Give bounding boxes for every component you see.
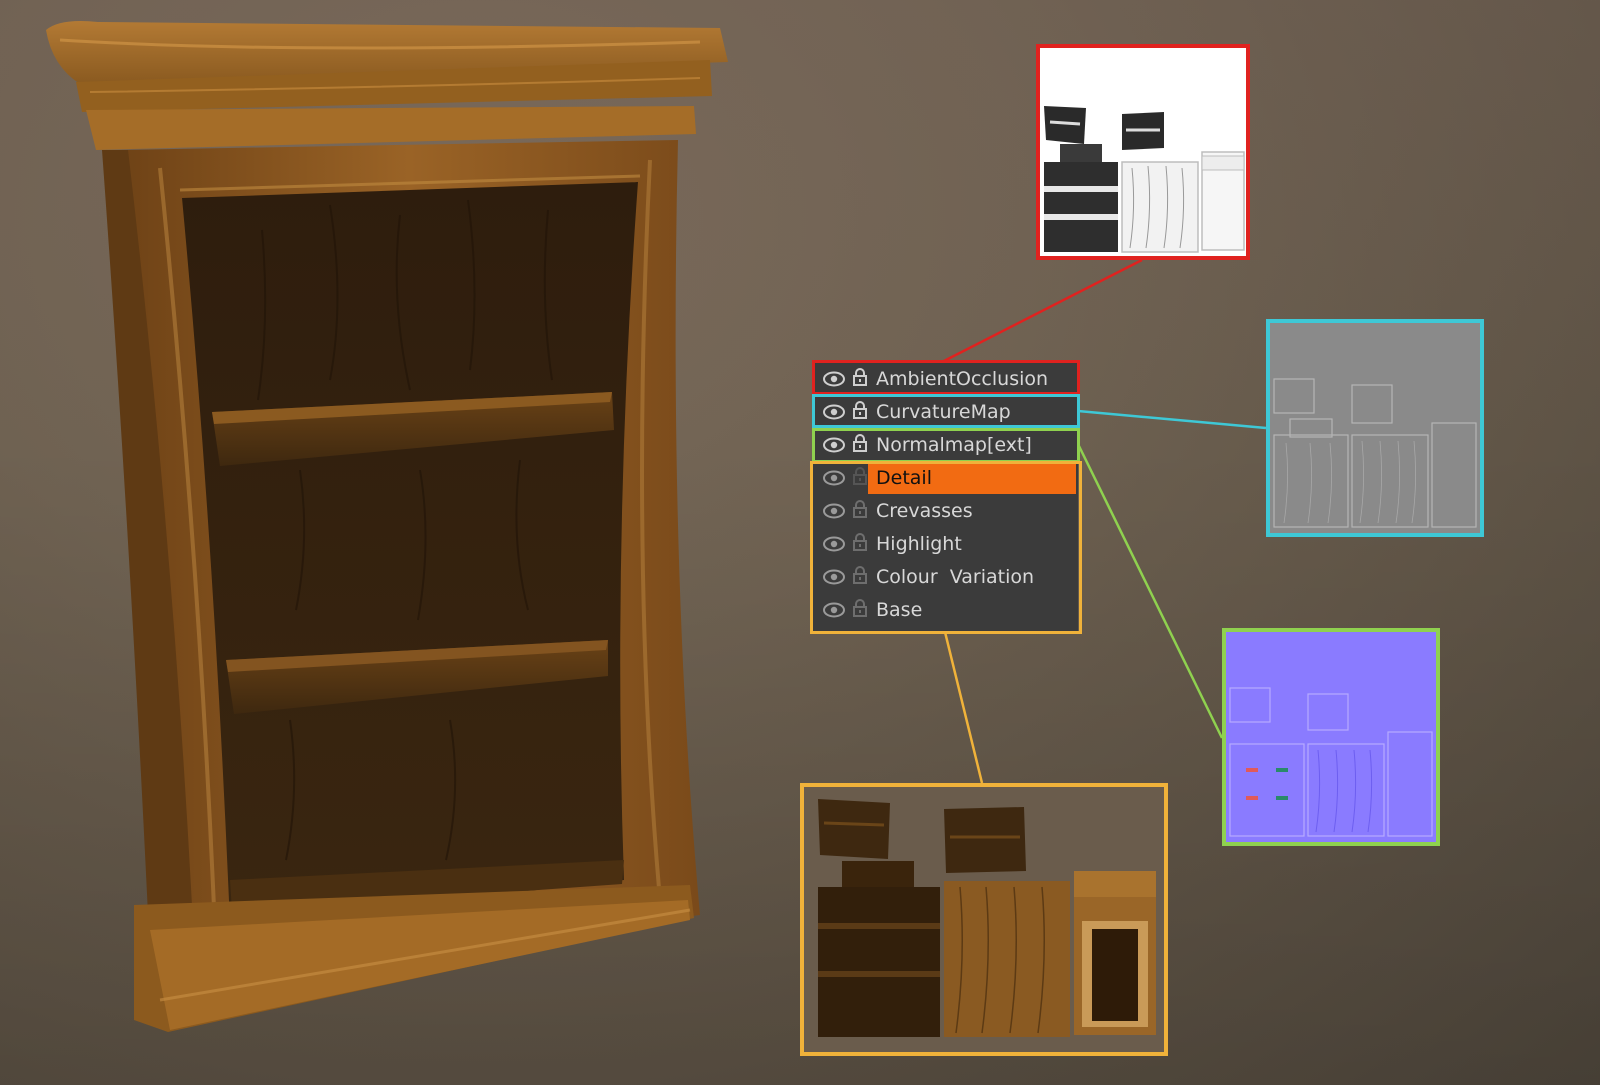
eye-icon[interactable] (822, 600, 846, 620)
layer-normal-map[interactable]: Normalmap[ext] (812, 428, 1078, 461)
connector-ao (941, 258, 1143, 364)
ambient-occlusion-texture (1040, 48, 1246, 256)
lock-icon[interactable] (852, 367, 868, 387)
layer-base[interactable]: Base (812, 593, 1078, 626)
layer-name: Highlight (876, 533, 962, 555)
lock-icon[interactable] (852, 433, 868, 453)
bookshelf-model (46, 21, 728, 1032)
lock-icon[interactable] (852, 400, 868, 420)
layer-name: Normalmap[ext] (876, 434, 1032, 456)
connector-group (943, 631, 984, 784)
layer-colour-variation[interactable]: Colour Variation (812, 560, 1078, 593)
normal-texture (1226, 632, 1436, 842)
shelf-cavity (182, 182, 638, 925)
normal-map[interactable] (1222, 628, 1440, 846)
layer-name: Base (876, 599, 923, 621)
lock-icon[interactable] (852, 499, 868, 519)
connector-curvature (1077, 409, 1267, 430)
curvature-map[interactable] (1266, 319, 1484, 537)
eye-icon[interactable] (822, 534, 846, 554)
diffuse-texture (804, 787, 1164, 1052)
layer-name: AmbientOcclusion (876, 368, 1049, 390)
layer-highlight[interactable]: Highlight (812, 527, 1078, 560)
lock-icon[interactable] (852, 466, 868, 486)
eye-icon[interactable] (822, 435, 846, 455)
layer-detail[interactable]: Detail (812, 461, 1078, 494)
eye-icon[interactable] (822, 567, 846, 587)
layer-name: Colour Variation (876, 566, 1035, 588)
eye-icon[interactable] (822, 402, 846, 422)
layer-crevasses[interactable]: Crevasses (812, 494, 1078, 527)
layer-name: Detail (876, 467, 932, 489)
layer-curvature-map[interactable]: CurvatureMap (812, 395, 1078, 428)
lock-icon[interactable] (852, 598, 868, 618)
lock-icon[interactable] (852, 565, 868, 585)
layer-name: CurvatureMap (876, 401, 1011, 423)
diffuse-color-map[interactable] (800, 783, 1168, 1056)
layer-ambient-occlusion[interactable]: AmbientOcclusion (812, 362, 1078, 395)
curvature-texture (1270, 323, 1480, 533)
eye-icon[interactable] (822, 501, 846, 521)
layers-panel: AmbientOcclusion CurvatureMap Normalmap[… (812, 362, 1078, 634)
eye-icon[interactable] (822, 468, 846, 488)
bookshelf-3d-render[interactable] (0, 0, 760, 1085)
connector-normal (1076, 443, 1224, 739)
layer-name: Crevasses (876, 500, 973, 522)
lock-icon[interactable] (852, 532, 868, 552)
ambient-occlusion-map[interactable] (1036, 44, 1250, 260)
eye-icon[interactable] (822, 369, 846, 389)
